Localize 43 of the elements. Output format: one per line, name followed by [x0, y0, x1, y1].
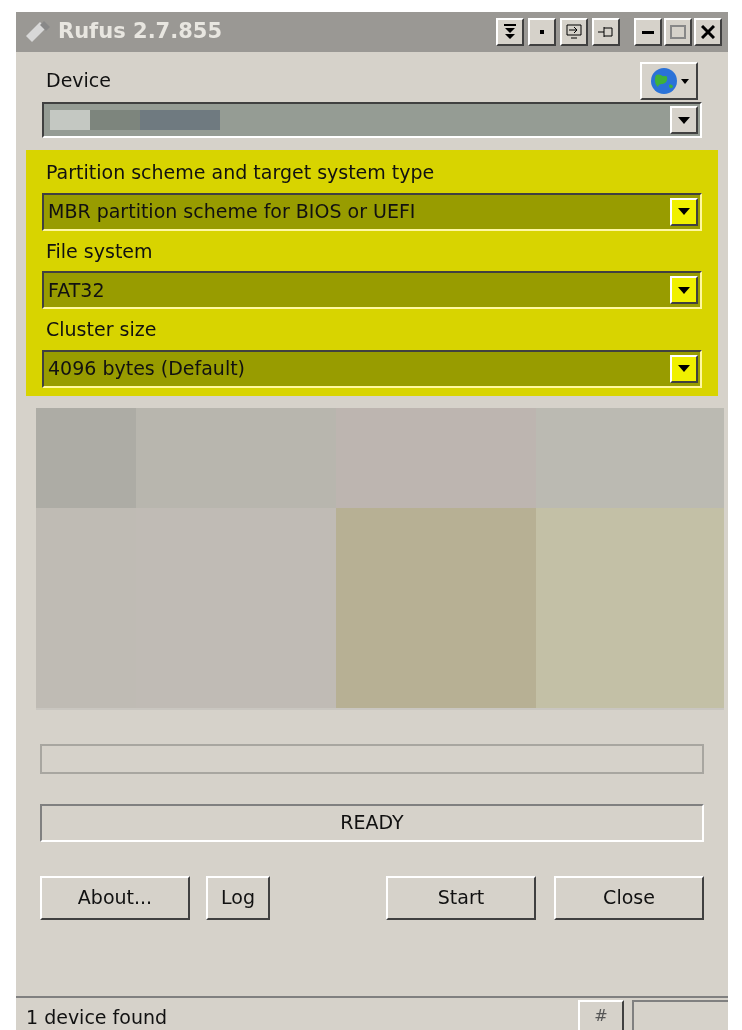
- roll-up-button[interactable]: [496, 18, 524, 46]
- dropdown-arrow-button[interactable]: [670, 276, 698, 304]
- device-label: Device: [46, 67, 111, 93]
- window-title: Rufus 2.7.855: [58, 18, 223, 46]
- select-value: 4096 bytes (Default): [48, 356, 246, 382]
- caret-icon: [680, 78, 689, 84]
- caret-icon: [678, 365, 690, 372]
- select-value: MBR partition scheme for BIOS or UEFI: [48, 199, 416, 225]
- dropdown-arrow-button[interactable]: [670, 197, 698, 226]
- select-dropdown[interactable]: FAT32: [42, 271, 702, 309]
- maximize-button[interactable]: [664, 18, 692, 46]
- status-bar-text: 1 device found: [25, 1005, 168, 1030]
- minimize-icon: [642, 30, 654, 34]
- maximize-icon: [670, 25, 686, 39]
- field-label: Cluster size: [45, 317, 158, 342]
- monitor-arrow-icon: [565, 23, 583, 41]
- caret-icon: [678, 208, 690, 215]
- hash-button[interactable]: #: [578, 1000, 624, 1030]
- dialog-button[interactable]: About...: [40, 875, 190, 920]
- minimize-tray-button[interactable]: [528, 18, 556, 46]
- dropdown-arrow-button[interactable]: [670, 106, 698, 134]
- double-arrow-down-icon: [504, 24, 516, 40]
- caret-icon: [678, 116, 690, 124]
- close-button[interactable]: [694, 18, 722, 46]
- field-label: Partition scheme and target system type: [45, 160, 436, 185]
- field-label: File system: [45, 238, 154, 264]
- dialog-button[interactable]: Close: [554, 875, 704, 920]
- caret-icon: [678, 286, 690, 294]
- move-to-monitor-button[interactable]: [560, 18, 588, 46]
- status-text: READY: [340, 810, 404, 836]
- globe-icon: [649, 67, 678, 95]
- dialog-button[interactable]: Start: [386, 875, 536, 920]
- dialog-button[interactable]: Log: [206, 875, 270, 920]
- select-value: FAT32: [48, 277, 105, 303]
- language-button[interactable]: [640, 62, 698, 100]
- select-dropdown[interactable]: 4096 bytes (Default): [42, 349, 702, 388]
- pin-icon: [597, 25, 615, 39]
- close-icon: [701, 25, 715, 39]
- select-dropdown[interactable]: MBR partition scheme for BIOS or UEFI: [42, 192, 702, 231]
- pin-button[interactable]: [592, 18, 620, 46]
- device-dropdown[interactable]: [42, 102, 702, 138]
- dropdown-arrow-button[interactable]: [670, 354, 698, 383]
- minimize-button[interactable]: [634, 18, 662, 46]
